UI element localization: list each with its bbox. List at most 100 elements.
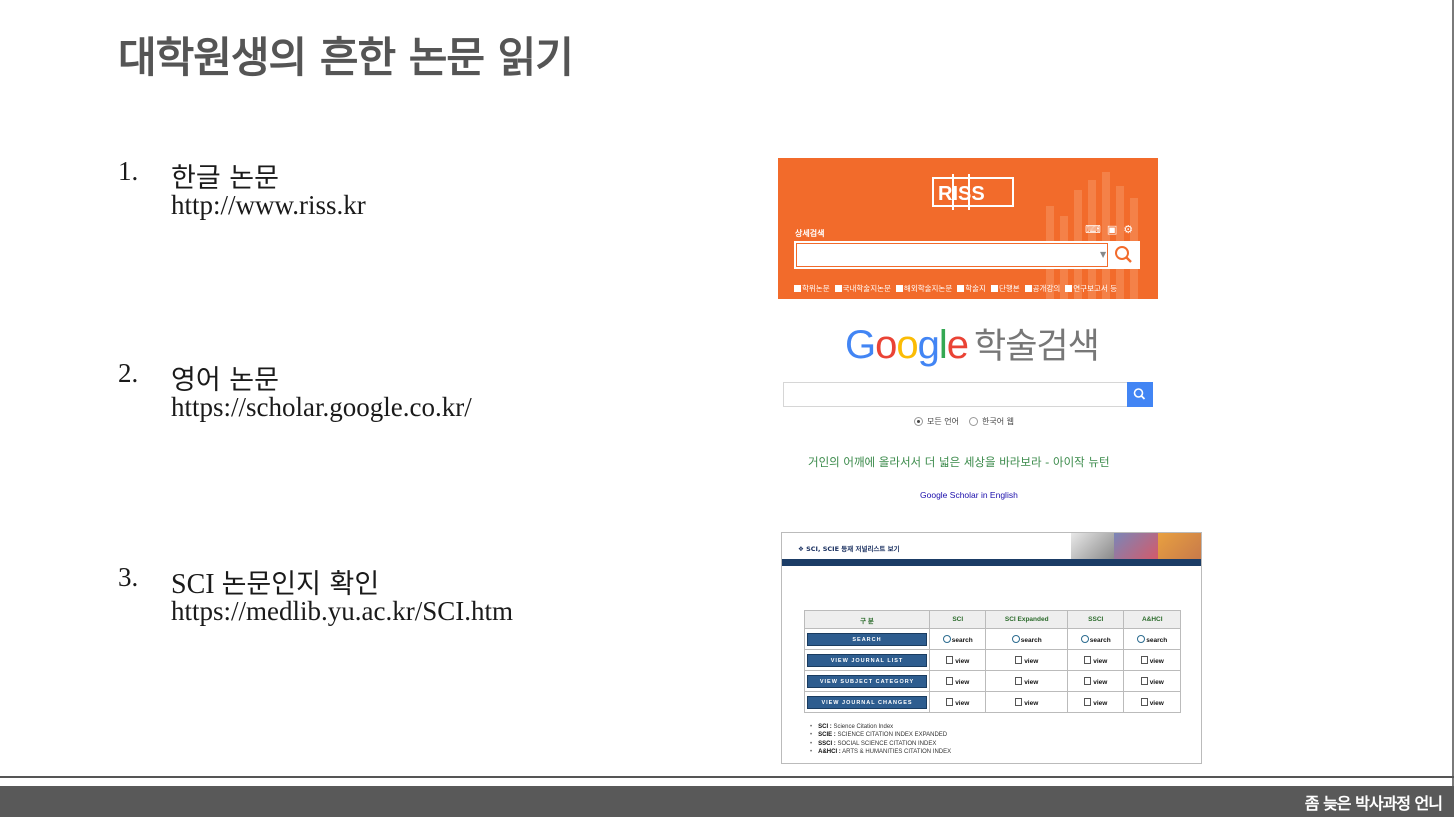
document-icon <box>1140 655 1148 664</box>
cell-label: view <box>955 699 970 707</box>
document-icon <box>1140 676 1148 685</box>
cell-label: view <box>1024 678 1039 686</box>
legend-text: Science Citation Index <box>831 724 894 730</box>
cell-label: view <box>955 678 970 686</box>
table-cell[interactable]: view <box>985 649 1069 671</box>
row-action: SEARCH <box>804 628 930 650</box>
sci-journal-list-button[interactable]: VIEW JOURNAL LIST <box>807 653 927 667</box>
google-scholar-logo: Google 학술검색 <box>845 318 1100 369</box>
table-cell[interactable]: view <box>1067 691 1125 713</box>
table-row: VIEW JOURNAL LIST view view view view <box>804 649 1181 671</box>
list-item: A&HCI : ARTS & HUMANITIES CITATION INDEX <box>810 748 951 756</box>
header-photo-1 <box>1071 533 1115 559</box>
table-cell[interactable]: search <box>1123 628 1181 650</box>
sci-search-button[interactable]: SEARCH <box>807 632 927 646</box>
chevron-down-icon[interactable]: ▼ <box>1100 250 1106 259</box>
sci-header: ❖ SCI, SCIE 등재 저널리스트 보기 <box>782 533 1201 559</box>
legend-text: SOCIAL SCIENCE CITATION INDEX <box>835 740 937 747</box>
table-cell[interactable]: view <box>985 691 1069 713</box>
radio-korean-web[interactable]: 한국어 웹 <box>968 416 1014 427</box>
logo-letter: l <box>938 323 948 367</box>
col-header: A&HCI <box>1123 610 1181 629</box>
table-cell[interactable]: view <box>1067 670 1125 692</box>
riss-check-journal[interactable]: 학술지 <box>957 283 986 294</box>
header-photo-3 <box>1157 533 1201 559</box>
legend-text: ARTS & HUMANITIES CITATION INDEX <box>840 748 952 755</box>
list-number: 1. <box>118 156 139 186</box>
col-header: SCI Expanded <box>985 610 1069 629</box>
riss-tools: ⌨ ▣ ⚙ <box>1085 224 1133 236</box>
search-icon <box>942 634 951 643</box>
list-item: SCIE : SCIENCE CITATION INDEX EXPANDED <box>810 731 951 739</box>
radio-label: 모든 언어 <box>927 417 959 426</box>
radio-all-languages[interactable]: 모든 언어 <box>914 416 959 427</box>
col-header: SSCI <box>1067 610 1125 629</box>
table-cell[interactable]: view <box>928 670 987 692</box>
slide-title: 대학원생의 흔한 논문 읽기 <box>118 33 574 82</box>
riss-check-foreign-journal[interactable]: 해외학술지논문 <box>896 283 952 294</box>
table-row: VIEW SUBJECT CATEGORY view view view vie… <box>804 670 1181 692</box>
sci-subject-category-button[interactable]: VIEW SUBJECT CATEGORY <box>807 674 927 688</box>
list-number: 2. <box>118 358 139 388</box>
table-cell[interactable]: view <box>1123 670 1181 692</box>
table-cell[interactable]: search <box>928 628 987 650</box>
riss-check-lecture[interactable]: 공개강의 <box>1025 283 1061 294</box>
table-cell[interactable]: view <box>1123 649 1181 671</box>
table-row: VIEW JOURNAL CHANGES view view view view <box>804 691 1181 713</box>
riss-logo-text: RISS <box>938 183 985 205</box>
list-item: SSCI : SOCIAL SCIENCE CITATION INDEX <box>810 740 951 748</box>
table-row: SEARCH search search search search <box>804 628 1181 650</box>
sci-journal-changes-button[interactable]: VIEW JOURNAL CHANGES <box>807 695 927 709</box>
footer-divider <box>0 776 1454 778</box>
table-cell[interactable]: view <box>928 649 987 671</box>
cell-label: view <box>1093 657 1108 665</box>
sci-url[interactable]: https://medlib.yu.ac.kr/SCI.htm <box>171 596 513 627</box>
legend-abbr: A&HCI : <box>818 748 841 755</box>
footer-brand: 좀 늦은 박사과정 언니 <box>1304 794 1443 813</box>
scholar-english-link[interactable]: Google Scholar in English <box>920 490 1018 500</box>
riss-category-checkboxes: 학위논문 국내학술지논문 해외학술지논문 학술지 단행본 공개강의 연구보고서 … <box>794 283 1117 294</box>
header-photo-2 <box>1114 533 1158 559</box>
document-icon <box>946 655 954 664</box>
table-cell[interactable]: view <box>1123 691 1181 713</box>
row-action: VIEW JOURNAL LIST <box>804 649 930 671</box>
scholar-search-button[interactable] <box>1127 382 1153 407</box>
keyboard-icon[interactable]: ⌨ <box>1085 224 1101 236</box>
info-icon[interactable]: ▣ <box>1107 224 1117 236</box>
scholar-search-input[interactable] <box>783 382 1153 407</box>
search-icon <box>1011 634 1020 643</box>
riss-search-box: ▼ <box>794 241 1140 269</box>
document-icon <box>1084 655 1092 664</box>
table-cell[interactable]: view <box>1067 649 1125 671</box>
riss-search-button[interactable] <box>1109 242 1139 268</box>
search-icon <box>1115 246 1132 263</box>
riss-detail-search-link[interactable]: 상세검색 <box>795 228 824 239</box>
search-icon <box>1080 634 1089 643</box>
cell-label: search <box>1020 636 1042 644</box>
sci-header-images <box>1071 533 1201 559</box>
cell-label: search <box>1089 636 1111 644</box>
riss-check-domestic-journal[interactable]: 국내학술지논문 <box>835 283 891 294</box>
riss-check-book[interactable]: 단행본 <box>991 283 1020 294</box>
row-action: VIEW SUBJECT CATEGORY <box>804 670 930 692</box>
scholar-url[interactable]: https://scholar.google.co.kr/ <box>171 392 472 423</box>
logo-letter: e <box>946 323 969 367</box>
row-action: VIEW JOURNAL CHANGES <box>804 691 930 713</box>
cell-label: view <box>1149 699 1164 707</box>
riss-check-report[interactable]: 연구보고서 등 <box>1065 283 1117 294</box>
riss-search-input[interactable] <box>796 243 1108 267</box>
logo-letter: o <box>896 323 918 367</box>
legend-abbr: SCIE : <box>818 732 836 739</box>
search-icon <box>1137 634 1146 643</box>
gear-icon[interactable]: ⚙ <box>1123 224 1133 236</box>
sci-header-title: ❖ SCI, SCIE 등재 저널리스트 보기 <box>798 545 900 553</box>
legend-text: SCIENCE CITATION INDEX EXPANDED <box>835 732 948 739</box>
table-cell[interactable]: view <box>985 670 1069 692</box>
table-cell[interactable]: search <box>985 628 1069 650</box>
table-cell[interactable]: search <box>1067 628 1125 650</box>
sci-journal-panel: ❖ SCI, SCIE 등재 저널리스트 보기 구 분 SCI SCI Expa… <box>781 532 1202 764</box>
table-cell[interactable]: view <box>928 691 987 713</box>
riss-url[interactable]: http://www.riss.kr <box>171 190 366 221</box>
riss-check-thesis[interactable]: 학위논문 <box>794 283 830 294</box>
slide-footer: 좀 늦은 박사과정 언니 <box>0 786 1454 817</box>
